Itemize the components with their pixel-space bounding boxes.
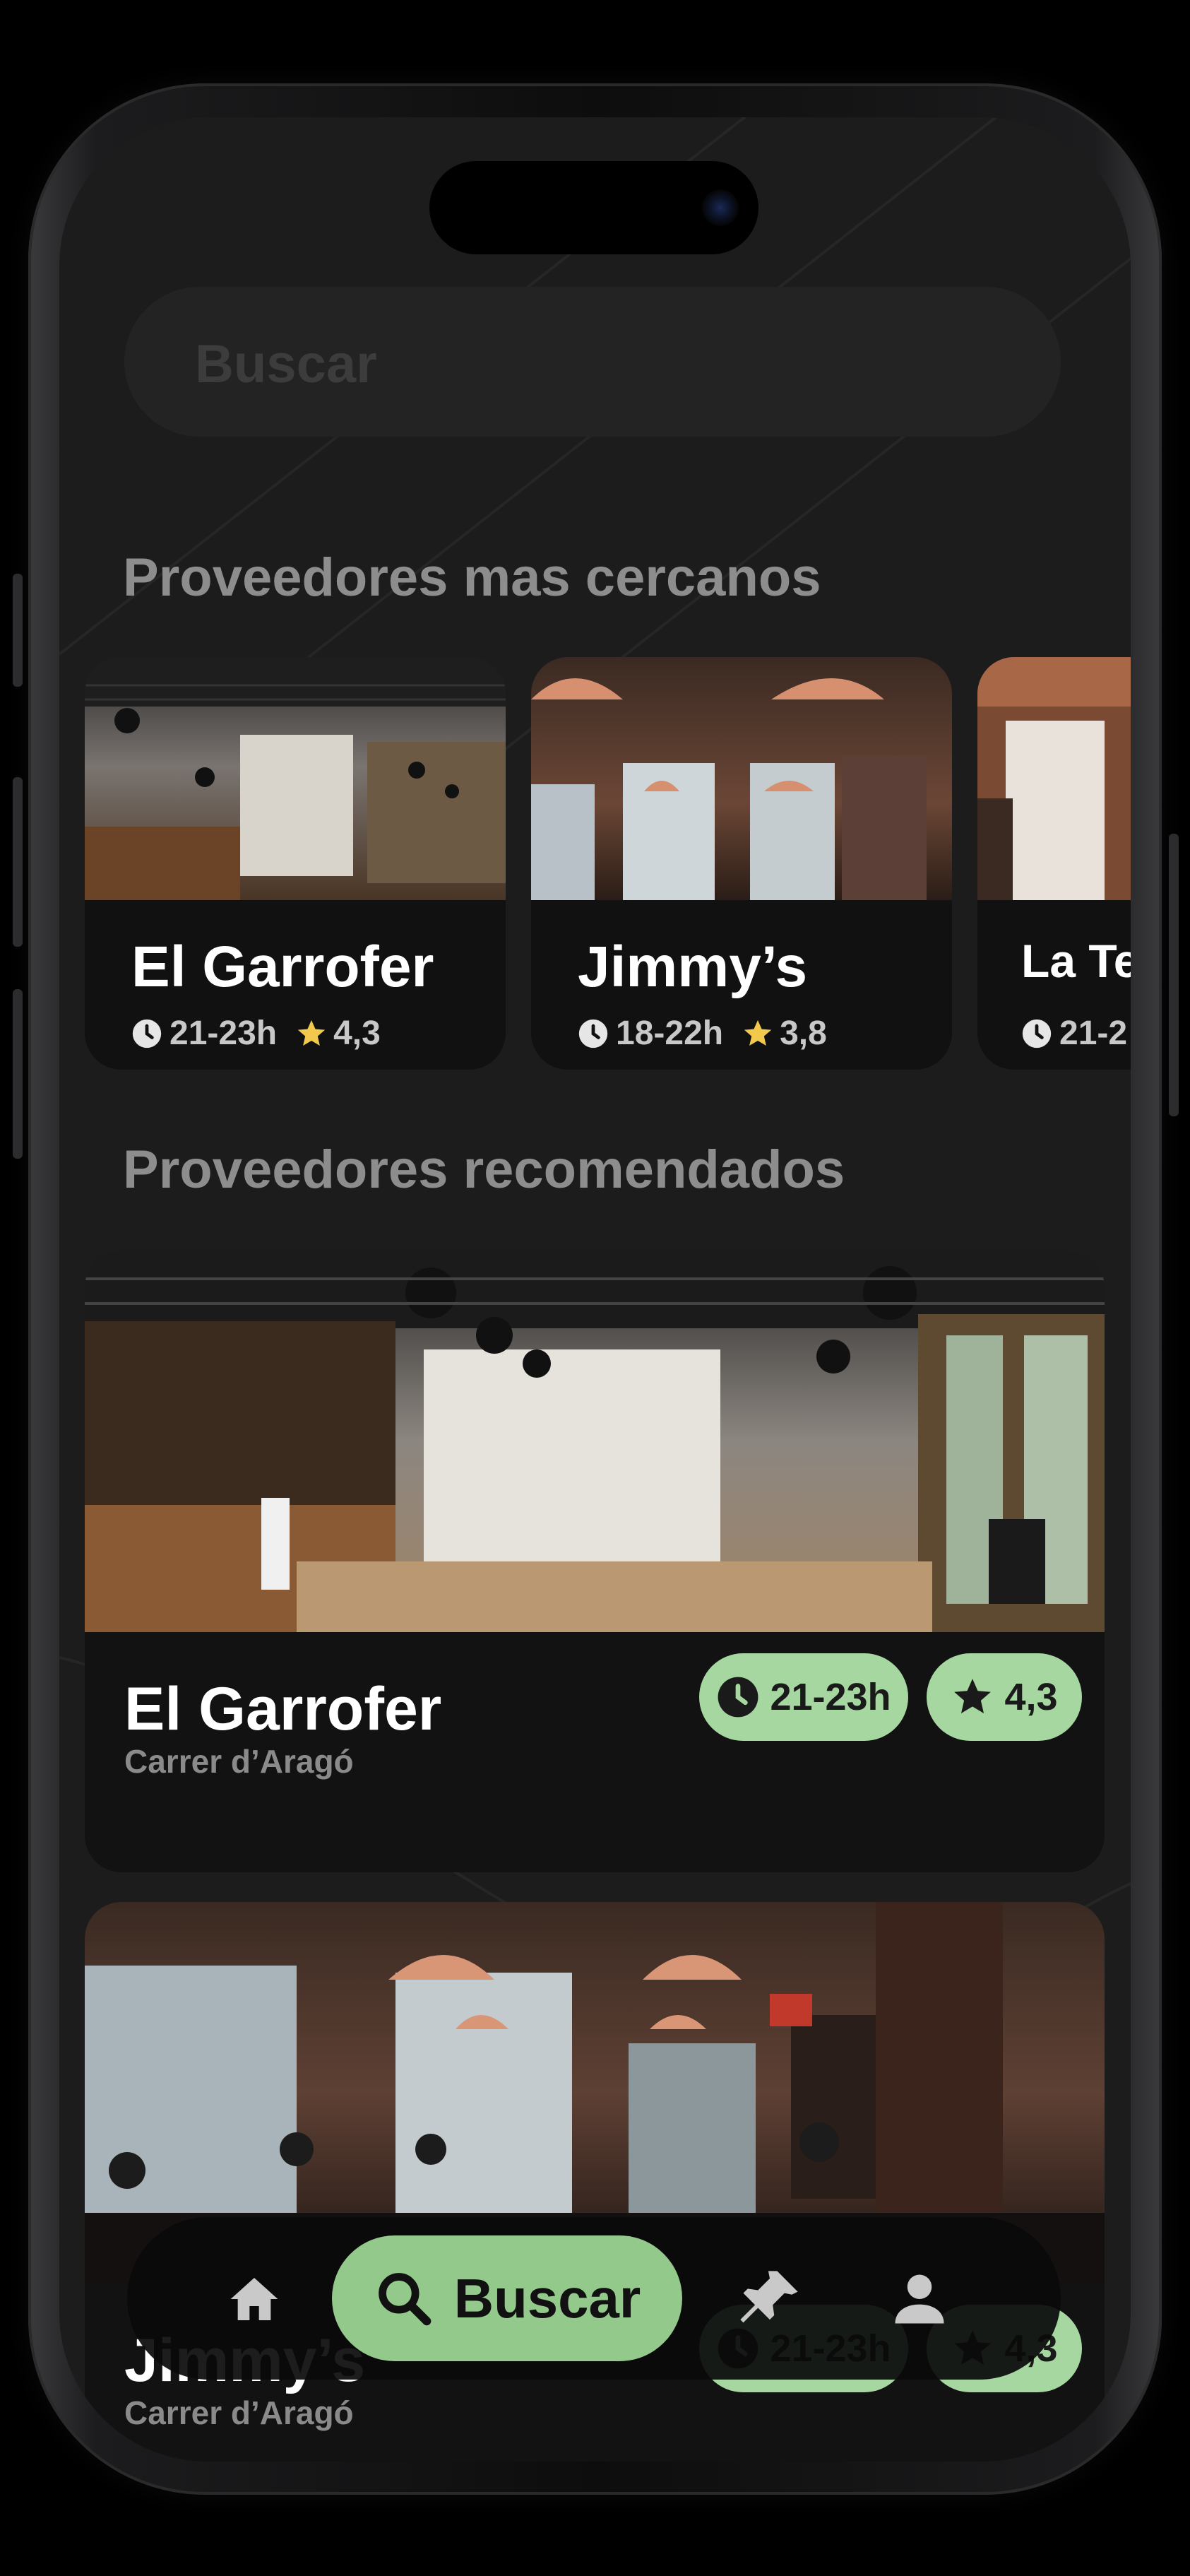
rating-text: 4,3 <box>1004 1676 1058 1718</box>
nearby-name: El Garrofer <box>131 935 434 999</box>
search-input[interactable]: Buscar <box>124 287 1061 437</box>
star-icon <box>954 1679 992 1713</box>
hours-badge: 21-23h <box>699 1653 908 1741</box>
restaurant-photo <box>531 657 952 900</box>
nearby-section-title: Proveedores mas cercanos <box>123 548 821 608</box>
nearby-rating: 4,3 <box>333 1015 381 1052</box>
nearby-hours: 18-22h <box>616 1015 724 1052</box>
nearby-card-la-te[interactable]: La Te 21-2 <box>977 657 1131 1070</box>
nearby-hours: 21-23h <box>169 1015 278 1052</box>
recommended-card-el-garrofer[interactable]: El Garrofer Carrer d’Aragó 21-23h 4,3 <box>85 1251 1105 1872</box>
volume-down-button <box>13 989 23 1159</box>
tab-search[interactable]: Buscar <box>332 2235 682 2361</box>
restaurant-photo <box>85 657 506 900</box>
clock-icon <box>578 1019 608 1048</box>
recommended-section-title: Proveedores recomendados <box>123 1140 845 1200</box>
volume-up-button <box>13 777 23 947</box>
clock-icon <box>132 1019 162 1048</box>
recommended-address: Carrer d’Aragó <box>124 1743 354 1780</box>
tab-search-label: Buscar <box>453 2267 641 2329</box>
bottom-tab-bar: Buscar <box>127 2217 1061 2380</box>
hours-text: 21-23h <box>770 1676 891 1718</box>
star-icon <box>297 1020 326 1046</box>
nearby-hours: 21-2 <box>1059 1015 1128 1052</box>
front-camera <box>702 189 739 226</box>
nearby-rating: 3,8 <box>780 1015 827 1052</box>
pin-icon[interactable] <box>734 2264 805 2334</box>
clock-icon <box>1022 1019 1052 1048</box>
nearby-meta: 21-2 <box>1021 1014 1127 1053</box>
restaurant-photo <box>85 1251 1105 1632</box>
home-icon[interactable] <box>226 2271 282 2327</box>
recommended-address: Carrer d’Aragó <box>124 2394 354 2431</box>
nearby-card-el-garrofer[interactable]: El Garrofer 21-23h 4,3 <box>85 657 506 1070</box>
app-screen: Buscar Proveedores mas cercanos El Garro… <box>59 117 1131 2462</box>
nearby-meta: 18-22h 3,8 <box>578 1014 827 1053</box>
nearby-card-jimmys[interactable]: Jimmy’s 18-22h 3,8 <box>531 657 952 1070</box>
nearby-name: La Te <box>1021 935 1131 987</box>
action-button <box>13 574 23 687</box>
star-icon <box>744 1020 772 1046</box>
recommended-name: El Garrofer <box>124 1675 442 1743</box>
nearby-name: Jimmy’s <box>578 935 808 999</box>
search-icon <box>378 2273 432 2326</box>
nearby-meta: 21-23h 4,3 <box>131 1014 381 1053</box>
clock-icon <box>718 1677 758 1718</box>
rating-badge: 4,3 <box>927 1653 1082 1741</box>
restaurant-photo <box>977 657 1131 900</box>
power-button <box>1169 834 1179 1116</box>
dynamic-island <box>429 161 758 254</box>
search-placeholder: Buscar <box>195 334 377 394</box>
user-icon[interactable] <box>887 2267 952 2332</box>
